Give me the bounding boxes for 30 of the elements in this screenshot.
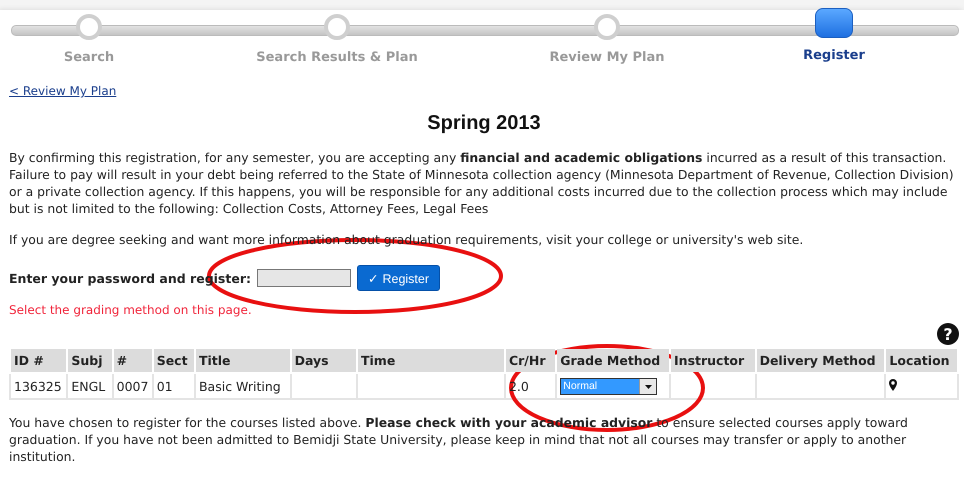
table-cell: 136325: [10, 373, 68, 399]
dropdown-arrow-icon: [644, 384, 652, 388]
column-header: Grade Method: [556, 348, 670, 373]
register-button[interactable]: ✓ Register: [357, 265, 440, 291]
password-field[interactable]: [257, 269, 351, 287]
help-icon[interactable]: ?: [937, 323, 959, 345]
column-header: Instructor: [670, 348, 756, 373]
column-header: Subj: [67, 348, 113, 373]
step-label: Search Results & Plan: [256, 50, 418, 65]
page-title: Spring 2013: [426, 112, 542, 135]
map-pin-icon[interactable]: [889, 378, 898, 390]
back-link[interactable]: < Review My Plan: [9, 84, 116, 98]
column-header: #: [112, 348, 153, 373]
step-label: Register: [803, 48, 865, 63]
column-header: Location: [885, 348, 958, 373]
table-cell: ENGL: [67, 373, 113, 399]
column-header: Days: [290, 348, 357, 373]
column-header: ID #: [10, 348, 68, 373]
grading-warning: Select the grading method on this page.: [9, 303, 253, 317]
column-header: Cr/Hr: [504, 348, 556, 373]
table-cell: Basic Writing: [194, 373, 291, 399]
step-label: Review My Plan: [549, 50, 665, 65]
column-header: Delivery Method: [756, 348, 886, 373]
column-header: Title: [194, 348, 291, 373]
column-header: Time: [357, 348, 505, 373]
step-label: Search: [64, 50, 114, 65]
column-header: Sect: [152, 348, 195, 373]
obligations-notice: By confirming this registration, for any semester, you are accepting any financial and academic obligations incurred as a result of this transaction. Failure to pay will result in your debt being referred to the State of Minnesota collection agency (Minnesota Department of Revenue, Collection Division) or a private collection agency. If this happens, you will be responsible for any additional costs incurred due to the collection process which may include but is not limited to the following: Collection Costs, Attorney Fees, Legal Fees: [9, 149, 955, 217]
table-cell: 01: [152, 373, 195, 399]
table-cell: 0007: [112, 373, 153, 399]
